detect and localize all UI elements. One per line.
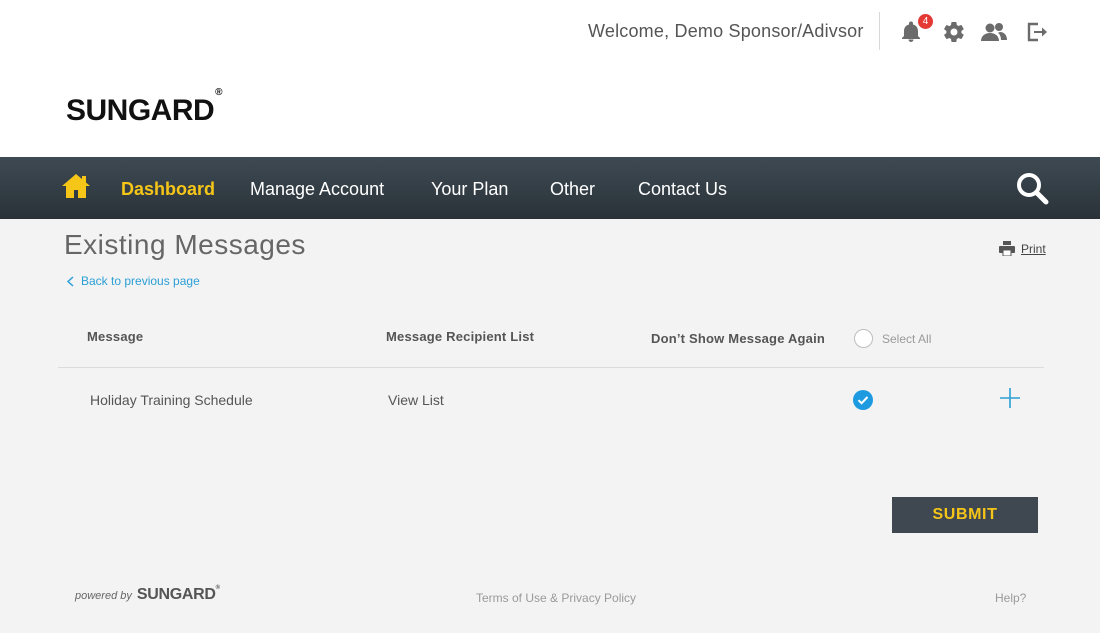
welcome-text: Welcome, Demo Sponsor/Adivsor <box>588 21 864 41</box>
footer-logo: SUNGARD® <box>136 584 220 603</box>
chevron-left-icon <box>66 275 74 287</box>
back-link-label: Back to previous page <box>81 274 200 288</box>
users-icon[interactable] <box>979 20 1009 44</box>
column-header-dont-show: Don’t Show Message Again <box>651 331 826 346</box>
submit-button[interactable]: SUBMIT <box>892 497 1038 533</box>
search-icon[interactable] <box>1015 171 1049 205</box>
column-header-recipient-list: Message Recipient List <box>386 329 535 344</box>
view-list-link[interactable]: View List <box>388 392 444 408</box>
message-cell: Holiday Training Schedule <box>90 392 253 408</box>
select-all-label: Select All <box>882 332 932 346</box>
powered-by-text: powered by <box>75 590 132 602</box>
print-label: Print <box>1021 241 1046 256</box>
column-header-message: Message <box>87 329 144 344</box>
plus-icon[interactable] <box>999 387 1021 409</box>
main-nav: Dashboard Manage Account Your Plan Other… <box>0 157 1100 219</box>
printer-icon <box>999 241 1015 256</box>
nav-your-plan[interactable]: Your Plan <box>431 179 508 200</box>
powered-by: powered by SUNGARD® <box>75 584 220 604</box>
table-divider <box>58 367 1044 368</box>
nav-dashboard[interactable]: Dashboard <box>121 179 215 200</box>
nav-contact-us[interactable]: Contact Us <box>638 179 727 200</box>
logout-icon[interactable] <box>1024 20 1048 44</box>
nav-manage-account[interactable]: Manage Account <box>250 179 384 200</box>
select-all-radio[interactable] <box>854 329 873 348</box>
home-icon[interactable] <box>61 171 91 201</box>
gear-icon[interactable] <box>942 20 966 44</box>
page-title: Existing Messages <box>64 229 306 260</box>
print-button[interactable]: Print <box>999 241 1046 256</box>
checkmark-icon <box>853 390 873 410</box>
terms-link[interactable]: Terms of Use & Privacy Policy <box>476 591 636 605</box>
sungard-logo: SUNGARD® <box>66 87 223 127</box>
dont-show-checkbox[interactable] <box>853 390 873 410</box>
top-header: Welcome, Demo Sponsor/Adivsor 4 SUNGARD® <box>0 0 1100 157</box>
header-divider <box>879 12 880 50</box>
nav-other[interactable]: Other <box>550 179 595 200</box>
help-link[interactable]: Help? <box>995 591 1026 605</box>
notification-badge: 4 <box>918 14 933 29</box>
back-link[interactable]: Back to previous page <box>66 274 200 288</box>
